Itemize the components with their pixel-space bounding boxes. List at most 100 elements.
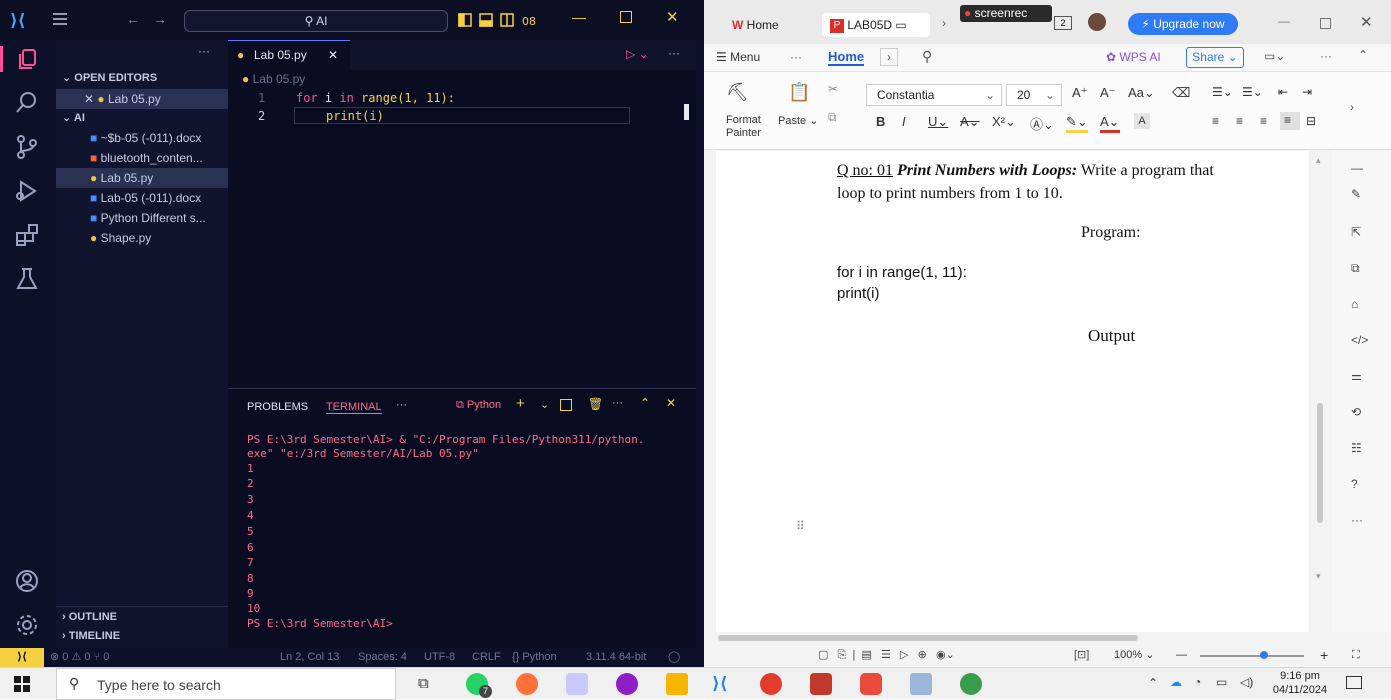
search-sidebar-icon[interactable] [14, 90, 42, 118]
code-line-1[interactable]: for i in range(1, 11): [296, 91, 455, 105]
source-control-icon[interactable] [14, 134, 42, 162]
encoding-status[interactable]: UTF-8 [424, 648, 455, 667]
zoom-slider-thumb[interactable] [1260, 651, 1268, 659]
chrome-profile-icon[interactable] [960, 673, 982, 695]
font-size-select[interactable]: 20 ⌄ [1006, 84, 1062, 106]
numbering-icon[interactable]: ☰⌄ [1242, 85, 1263, 99]
settings-gear-icon[interactable] [14, 612, 42, 640]
volume-icon[interactable]: ◁) [1240, 675, 1253, 689]
list-icon[interactable]: ☷ [1351, 441, 1371, 461]
character-shading-icon[interactable]: A [1134, 113, 1150, 129]
terminal-more-icon[interactable]: ··· [612, 397, 623, 409]
user-avatar[interactable] [1088, 13, 1106, 31]
forward-arrow-icon[interactable]: → [153, 11, 167, 27]
terminal-prompt[interactable]: PS E:\3rd Semester\AI> [247, 617, 393, 630]
remote-indicator-icon[interactable]: ⟩⟨ [0, 648, 44, 667]
windows-start-icon[interactable] [14, 676, 30, 692]
scrollbar-thumb[interactable] [1317, 403, 1323, 523]
horizontal-scrollbar[interactable] [704, 632, 1332, 644]
zoom-in-icon[interactable]: + [1320, 644, 1328, 667]
zoom-level[interactable]: 100% ⌄ [1114, 644, 1154, 667]
h-scrollbar-thumb[interactable] [718, 635, 1138, 641]
superscript-icon[interactable]: X²⌄ [992, 114, 1016, 130]
tray-overflow-icon[interactable]: ⌃ [1148, 676, 1158, 690]
trash-icon[interactable]: 🗑 [588, 397, 603, 411]
cut-icon[interactable]: ✂ [828, 82, 838, 96]
maximize-panel-icon[interactable]: ⌃ [640, 396, 650, 410]
grow-font-icon[interactable]: A⁺ [1072, 85, 1088, 101]
strikethrough-icon[interactable]: A⌄ [960, 114, 980, 130]
open-editor-item[interactable]: ✕ ● Lab 05.py [56, 89, 228, 109]
testing-flask-icon[interactable] [14, 266, 42, 294]
file-item[interactable]: ■ Python Different s... [56, 208, 228, 228]
new-terminal-icon[interactable]: + [516, 395, 525, 412]
editor-tab-lab05[interactable]: ● Lab 05.py ✕ [228, 40, 350, 70]
file-explorer-icon[interactable] [666, 673, 688, 695]
wps-taskbar-icon[interactable] [860, 673, 882, 695]
run-file-icon[interactable]: ▷ ⌄ [626, 47, 649, 61]
cursor-position[interactable]: Ln 2, Col 13 [280, 648, 339, 667]
close-icon[interactable]: ✕ [1360, 13, 1373, 31]
code-icon[interactable]: </> [1351, 333, 1371, 353]
history-icon[interactable]: ⟲ [1351, 405, 1371, 425]
increase-indent-icon[interactable]: ⇥ [1302, 85, 1312, 99]
align-left-icon[interactable]: ≡ [1212, 114, 1219, 128]
quick-access-more-icon[interactable]: ··· [790, 50, 802, 64]
minus-icon[interactable]: — [1351, 161, 1371, 181]
format-painter-icon[interactable]: ⛏ [726, 82, 749, 103]
explorer-icon[interactable] [14, 46, 42, 74]
tab-scroll-right-icon[interactable]: › [942, 16, 946, 30]
clock[interactable]: 9:16 pm 04/11/2024 [1270, 669, 1330, 697]
notification-center-icon[interactable] [1346, 676, 1362, 689]
more-icon[interactable]: ··· [1351, 513, 1371, 533]
text-effect-icon[interactable]: Ⓐ⌄ [1030, 114, 1054, 133]
italic-icon[interactable]: I [902, 114, 906, 129]
file-item[interactable]: ■ Lab-05 (-011).docx [56, 188, 228, 208]
home-ribbon-tab[interactable]: Home [828, 49, 865, 66]
chevron-down-icon[interactable]: ⌄ [540, 398, 549, 411]
pen-icon[interactable]: ✎ [1351, 187, 1371, 207]
file-item[interactable]: ● Shape.py [56, 228, 228, 248]
close-panel-icon[interactable]: ✕ [666, 396, 676, 410]
search-icon[interactable]: ⚲ [922, 48, 932, 65]
ribbon-next-icon[interactable]: › [880, 48, 898, 66]
chrome-icon[interactable] [760, 673, 782, 695]
indentation-status[interactable]: Spaces: 4 [358, 648, 407, 667]
battery-icon[interactable]: ▭ [1216, 675, 1227, 689]
eol-status[interactable]: CRLF [472, 648, 501, 667]
comment-icon[interactable]: ▭⌄ [1264, 49, 1285, 63]
document-page[interactable]: Q no: 01 Print Numbers with Loops: Write… [716, 151, 1309, 632]
command-search-input[interactable]: ⚲ AI [184, 10, 448, 32]
file-item[interactable]: ■ bluetooth_conten... [56, 148, 228, 168]
onedrive-icon[interactable]: ☁ [1170, 675, 1182, 689]
panel-more-icon[interactable]: ··· [396, 399, 407, 411]
network-icon[interactable]: ◔ [1194, 675, 1201, 689]
screenrec-badge[interactable]: ● screenrec [960, 5, 1052, 22]
terminal-profile[interactable]: ⧉ Python [456, 399, 501, 412]
tor-browser-icon[interactable] [616, 673, 638, 695]
zoom-slider[interactable] [1200, 655, 1304, 657]
distributed-align-icon[interactable]: ⊟ [1306, 114, 1316, 128]
minimize-icon[interactable]: — [1278, 14, 1290, 28]
menu-button[interactable]: ☰ Menu [716, 50, 760, 64]
outline-section[interactable]: › OUTLINE [56, 606, 228, 626]
copy-icon[interactable]: ⧉ [828, 110, 837, 125]
help-icon[interactable]: ? [1351, 477, 1371, 497]
paste-icon[interactable]: 📋 [788, 82, 810, 103]
wps-home-tab[interactable]: W Home [732, 13, 779, 37]
close-tab-icon[interactable]: ✕ [328, 41, 338, 69]
terminal-tab[interactable]: TERMINAL [326, 401, 382, 414]
open-editors-header[interactable]: ⌄ OPEN EDITORS [56, 68, 228, 88]
close-editor-icon[interactable]: ✕ [84, 92, 94, 106]
share-button[interactable]: Share ⌄ [1186, 47, 1244, 68]
problems-tab[interactable]: PROBLEMS [247, 401, 308, 413]
lock-icon[interactable]: ⌂ [1351, 297, 1371, 317]
task-view-icon[interactable]: ⧉ [418, 675, 429, 692]
ribbon-scroll-right-icon[interactable]: › [1350, 100, 1354, 114]
whatsapp-icon[interactable]: 7 [466, 673, 492, 698]
split-terminal-icon[interactable] [560, 399, 572, 411]
interpreter-status[interactable]: 3.11.4 64-bit [586, 648, 646, 667]
change-case-icon[interactable]: Aa⌄ [1128, 85, 1155, 101]
firefox-icon[interactable] [516, 673, 538, 695]
run-debug-icon[interactable] [14, 178, 42, 206]
